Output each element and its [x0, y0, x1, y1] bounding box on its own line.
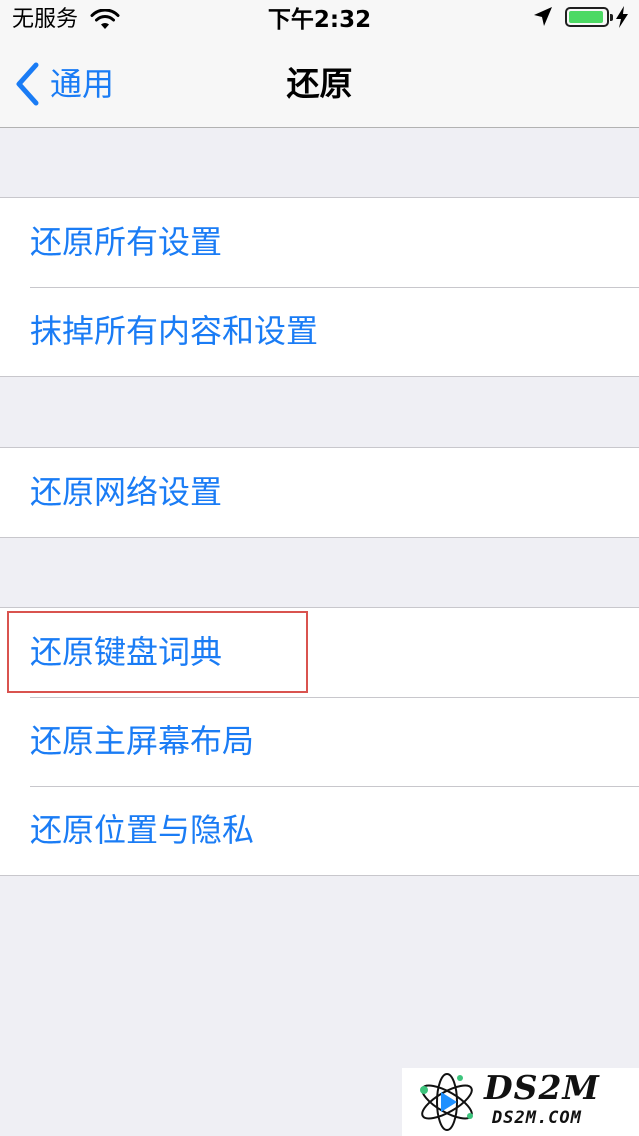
cell-label: 还原位置与隐私	[30, 811, 255, 849]
reset-home-screen-layout-cell[interactable]: 还原主屏幕布局	[0, 697, 639, 786]
battery-icon	[565, 7, 613, 27]
status-right	[533, 6, 629, 28]
watermark-brand: DS2M	[484, 1068, 600, 1107]
charging-bolt-icon	[616, 6, 628, 28]
page-title: 还原	[286, 64, 353, 103]
location-arrow-icon	[534, 7, 552, 26]
status-bar: 无服务 下午2:32	[0, 0, 639, 40]
settings-group-2: 还原网络设置	[0, 447, 639, 538]
battery-level	[569, 11, 603, 23]
cell-label: 还原网络设置	[30, 473, 223, 511]
watermark: DS2M DS2M.COM	[402, 1068, 639, 1136]
settings-group-3: 还原键盘词典 还原主屏幕布局 还原位置与隐私	[0, 607, 639, 876]
cell-label: 还原键盘词典	[30, 633, 223, 671]
settings-group-1: 还原所有设置 抹掉所有内容和设置	[0, 197, 639, 377]
navigation-bar: 通用 还原	[0, 40, 639, 128]
reset-location-privacy-cell[interactable]: 还原位置与隐私	[0, 786, 639, 875]
reset-keyboard-dictionary-cell[interactable]: 还原键盘词典	[0, 608, 639, 697]
cell-label: 还原所有设置	[30, 223, 223, 261]
erase-all-content-cell[interactable]: 抹掉所有内容和设置	[0, 287, 639, 376]
reset-network-settings-cell[interactable]: 还原网络设置	[0, 448, 639, 537]
reset-all-settings-cell[interactable]: 还原所有设置	[0, 198, 639, 287]
cell-label: 还原主屏幕布局	[30, 722, 255, 760]
cell-label: 抹掉所有内容和设置	[30, 312, 319, 350]
watermark-domain: DS2M.COM	[492, 1108, 582, 1128]
atom-logo-icon	[420, 1073, 473, 1131]
